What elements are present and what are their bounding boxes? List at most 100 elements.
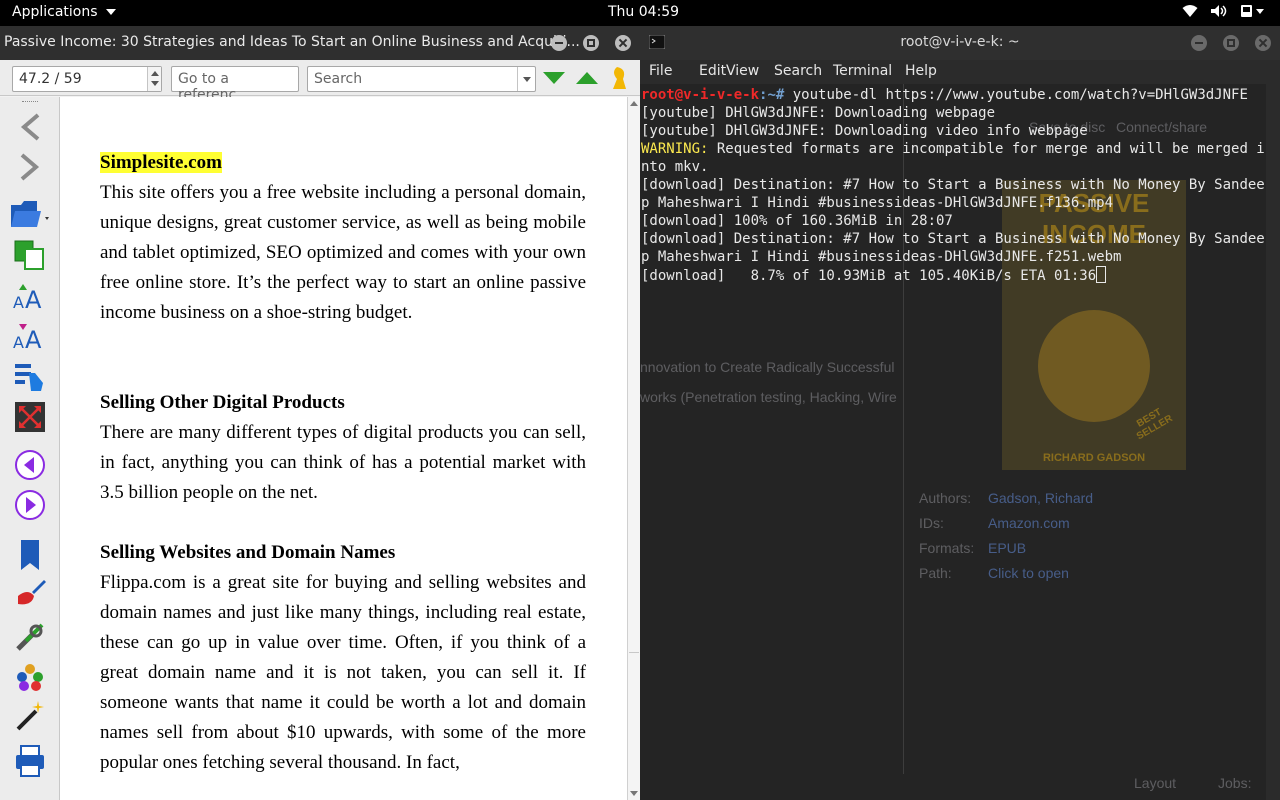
calibre-book-row: works (Penetration testing, Hacking, Wir… bbox=[640, 389, 897, 405]
applications-menu[interactable]: Applications bbox=[12, 4, 116, 20]
wifi-icon[interactable] bbox=[1182, 4, 1198, 18]
scroll-up-icon[interactable] bbox=[630, 101, 638, 106]
terminal-window: root@v-i-v-e-k: ~ File Edit View Search … bbox=[640, 26, 1280, 800]
menu-help[interactable]: Help bbox=[905, 63, 937, 79]
toc-icon[interactable] bbox=[12, 359, 48, 395]
sidebar-grip[interactable] bbox=[22, 101, 38, 103]
svg-text:A: A bbox=[25, 286, 42, 310]
detail-value[interactable]: Click to open bbox=[988, 565, 1069, 581]
paragraph: Flippa.com is a great site for buying an… bbox=[100, 572, 586, 773]
spin-down-icon[interactable] bbox=[151, 81, 159, 86]
find-highlight-icon[interactable] bbox=[611, 66, 629, 90]
detail-label: Authors: bbox=[919, 490, 972, 506]
terminal-output[interactable]: Save to disc Connect/share nnovation to … bbox=[640, 84, 1280, 800]
output-line: [download] Destination: #7 How to Start … bbox=[641, 177, 1265, 211]
terminal-cursor bbox=[1096, 266, 1107, 283]
output-line: [youtube] DHlGW3dJNFE: Downloading video… bbox=[641, 123, 1088, 139]
cover-author: RICHARD GADSON bbox=[1042, 452, 1146, 464]
command-text: youtube-dl https://www.youtube.com/watch… bbox=[792, 87, 1248, 103]
back-icon[interactable] bbox=[12, 109, 48, 145]
system-tray[interactable] bbox=[1182, 4, 1266, 18]
page-position-spinbox[interactable]: 47.2 / 59 bbox=[12, 66, 162, 92]
font-smaller-icon[interactable]: AA bbox=[12, 317, 48, 353]
search-input[interactable]: Search bbox=[307, 66, 536, 92]
warning-text: Requested formats are incompatible for m… bbox=[641, 141, 1265, 175]
output-line: [download] 100% of 160.36MiB in 28:07 bbox=[641, 213, 953, 229]
section-heading: Selling Websites and Domain Names bbox=[100, 542, 396, 563]
clock[interactable]: Thu 04:59 bbox=[608, 4, 679, 20]
close-button[interactable] bbox=[615, 35, 631, 51]
chevron-down-icon bbox=[523, 77, 531, 82]
cover-art bbox=[1038, 310, 1150, 422]
section-heading: Selling Other Digital Products bbox=[100, 392, 345, 413]
prompt-user: root@v-i-v-e-k bbox=[641, 87, 760, 103]
minimize-button[interactable] bbox=[1191, 35, 1207, 51]
bookmark-icon[interactable] bbox=[12, 537, 48, 573]
reference-input[interactable]: Go to a referenc... bbox=[171, 66, 299, 103]
find-previous-icon[interactable] bbox=[575, 71, 599, 85]
maximize-button[interactable] bbox=[1223, 35, 1239, 51]
forward-icon[interactable] bbox=[12, 149, 48, 185]
scrollbar-thumb[interactable] bbox=[629, 113, 639, 653]
menu-view[interactable]: View bbox=[726, 63, 759, 79]
progress-line: [download] 8.7% of 10.93MiB at 105.40KiB… bbox=[641, 268, 1097, 284]
copy-icon[interactable] bbox=[12, 237, 48, 273]
status-layout: Layout bbox=[1134, 775, 1177, 791]
preferences-icon[interactable] bbox=[12, 619, 48, 655]
terminal-scrollbar[interactable] bbox=[1266, 84, 1280, 800]
section-heading: Simplesite.com bbox=[100, 148, 222, 178]
viewer-sidebar: AA AA bbox=[0, 97, 60, 800]
scroll-down-icon[interactable] bbox=[630, 791, 638, 796]
output-line: [download] Destination: #7 How to Start … bbox=[641, 231, 1265, 265]
reference-mode-icon[interactable] bbox=[12, 697, 48, 733]
close-button[interactable] bbox=[1255, 35, 1271, 51]
detail-label: Formats: bbox=[919, 540, 975, 556]
fullscreen-icon[interactable] bbox=[12, 399, 48, 435]
detail-label: Path: bbox=[919, 565, 952, 581]
terminal-titlebar[interactable]: root@v-i-v-e-k: ~ bbox=[640, 26, 1280, 60]
warning-label: WARNING: bbox=[641, 141, 709, 157]
font-larger-icon[interactable]: AA bbox=[12, 277, 48, 313]
minimize-button[interactable] bbox=[551, 35, 567, 51]
terminal-text: root@v-i-v-e-k:~# youtube-dl https://www… bbox=[641, 86, 1266, 285]
spin-buttons[interactable] bbox=[147, 67, 161, 91]
menu-file[interactable]: File bbox=[649, 63, 672, 79]
calibre-book-row: nnovation to Create Radically Successful bbox=[640, 359, 895, 375]
search-placeholder: Search bbox=[314, 71, 363, 87]
menu-edit[interactable]: Edit bbox=[699, 63, 726, 79]
search-history-dropdown[interactable] bbox=[517, 67, 535, 91]
power-menu-icon[interactable] bbox=[1240, 4, 1266, 18]
ebook-viewer-window: Passive Income: 30 Strategies and Ideas … bbox=[0, 26, 640, 800]
prompt-path: :~# bbox=[759, 87, 793, 103]
book-page[interactable]: Simplesite.com This site offers you a fr… bbox=[60, 97, 627, 800]
maximize-button[interactable] bbox=[583, 35, 599, 51]
detail-value[interactable]: Amazon.com bbox=[988, 515, 1070, 531]
spin-up-icon[interactable] bbox=[151, 71, 159, 76]
viewer-titlebar[interactable]: Passive Income: 30 Strategies and Ideas … bbox=[0, 26, 640, 60]
svg-text:A: A bbox=[13, 333, 24, 350]
menu-terminal[interactable]: Terminal bbox=[833, 63, 892, 79]
theme-brush-icon[interactable] bbox=[12, 575, 48, 611]
page-scrollbar[interactable] bbox=[627, 97, 640, 800]
svg-text:A: A bbox=[25, 326, 42, 350]
find-next-icon[interactable] bbox=[542, 71, 566, 85]
previous-page-icon[interactable] bbox=[12, 447, 48, 483]
applications-label: Applications bbox=[12, 4, 98, 20]
open-book-icon[interactable] bbox=[8, 195, 54, 231]
detail-value[interactable]: Gadson, Richard bbox=[988, 490, 1093, 506]
status-jobs: Jobs: bbox=[1218, 775, 1252, 791]
next-page-icon[interactable] bbox=[12, 487, 48, 523]
chevron-down-icon bbox=[105, 9, 116, 15]
detail-value[interactable]: EPUB bbox=[988, 540, 1026, 556]
highlighted-heading: Simplesite.com bbox=[100, 152, 222, 173]
terminal-window-title: root@v-i-v-e-k: ~ bbox=[900, 34, 1020, 50]
volume-icon[interactable] bbox=[1210, 4, 1228, 18]
top-panel: Applications Thu 04:59 bbox=[0, 0, 1280, 26]
lookup-icon[interactable] bbox=[12, 659, 48, 695]
svg-text:A: A bbox=[13, 293, 24, 310]
print-icon[interactable] bbox=[12, 743, 48, 779]
paragraph: There are many different types of digita… bbox=[100, 422, 586, 503]
output-line: [youtube] DHlGW3dJNFE: Downloading webpa… bbox=[641, 105, 996, 121]
menu-search[interactable]: Search bbox=[774, 63, 822, 79]
viewer-toolbar: 47.2 / 59 Go to a referenc... Search bbox=[0, 60, 640, 103]
